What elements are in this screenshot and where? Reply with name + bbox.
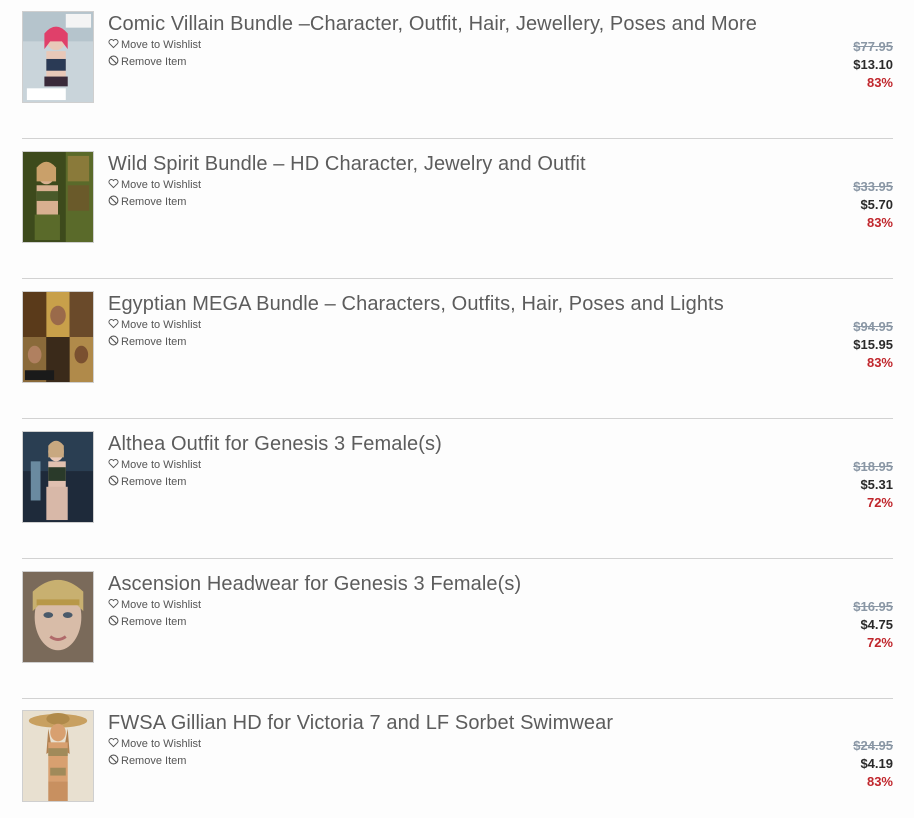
sale-price: $13.10 <box>853 57 893 72</box>
heart-icon <box>108 179 119 189</box>
remove-label: Remove Item <box>121 755 187 767</box>
remove-label: Remove Item <box>121 476 187 488</box>
cart-list: Comic Villain Bundle –Character, Outfit,… <box>0 0 914 818</box>
product-title[interactable]: Wild Spirit Bundle – HD Character, Jewel… <box>108 152 586 176</box>
cart-item: Ascension Headwear for Genesis 3 Female(… <box>22 560 893 699</box>
product-title[interactable]: Ascension Headwear for Genesis 3 Female(… <box>108 572 521 596</box>
heart-icon <box>108 319 119 329</box>
wishlist-label: Move to Wishlist <box>121 39 202 51</box>
price-block: $94.95 $15.95 83% <box>853 318 893 372</box>
wishlist-label: Move to Wishlist <box>121 738 202 750</box>
price-block: $16.95 $4.75 72% <box>853 598 893 652</box>
prohibited-icon <box>108 55 119 66</box>
product-thumbnail[interactable] <box>22 571 94 663</box>
move-to-wishlist-link[interactable]: Move to Wishlist <box>108 38 201 52</box>
product-thumbnail[interactable] <box>22 710 94 802</box>
move-to-wishlist-link[interactable]: Move to Wishlist <box>108 737 201 751</box>
prohibited-icon <box>108 335 119 346</box>
cart-item: FWSA Gillian HD for Victoria 7 and LF So… <box>22 699 893 818</box>
prohibited-icon <box>108 475 119 486</box>
product-thumbnail[interactable] <box>22 431 94 523</box>
remove-item-link[interactable]: Remove Item <box>108 475 186 489</box>
wishlist-label: Move to Wishlist <box>121 319 202 331</box>
prohibited-icon <box>108 754 119 765</box>
original-price: $77.95 <box>853 39 893 54</box>
wishlist-label: Move to Wishlist <box>121 179 202 191</box>
original-price: $24.95 <box>853 738 893 753</box>
discount-percent: 83% <box>866 774 893 789</box>
prohibited-icon <box>108 195 119 206</box>
sale-price: $5.31 <box>860 477 893 492</box>
move-to-wishlist-link[interactable]: Move to Wishlist <box>108 458 201 472</box>
original-price: $33.95 <box>853 179 893 194</box>
remove-label: Remove Item <box>121 336 187 348</box>
price-block: $24.95 $4.19 83% <box>853 737 893 791</box>
heart-icon <box>108 738 119 748</box>
sale-price: $5.70 <box>860 197 893 212</box>
move-to-wishlist-link[interactable]: Move to Wishlist <box>108 178 201 192</box>
wishlist-label: Move to Wishlist <box>121 599 202 611</box>
heart-icon <box>108 459 119 469</box>
discount-percent: 83% <box>866 355 893 370</box>
remove-item-link[interactable]: Remove Item <box>108 615 186 629</box>
wishlist-label: Move to Wishlist <box>121 459 202 471</box>
product-thumbnail[interactable] <box>22 291 94 383</box>
discount-percent: 83% <box>866 75 893 90</box>
discount-percent: 72% <box>866 635 893 650</box>
product-thumbnail[interactable] <box>22 151 94 243</box>
cart-item: Wild Spirit Bundle – HD Character, Jewel… <box>22 140 893 279</box>
discount-percent: 72% <box>866 495 893 510</box>
remove-label: Remove Item <box>121 196 187 208</box>
heart-icon <box>108 599 119 609</box>
remove-item-link[interactable]: Remove Item <box>108 195 186 209</box>
original-price: $94.95 <box>853 319 893 334</box>
original-price: $18.95 <box>853 459 893 474</box>
remove-item-link[interactable]: Remove Item <box>108 335 186 349</box>
price-block: $77.95 $13.10 83% <box>853 38 893 92</box>
cart-item: Althea Outfit for Genesis 3 Female(s) Mo… <box>22 420 893 559</box>
cart-item: Comic Villain Bundle –Character, Outfit,… <box>22 0 893 139</box>
product-thumbnail[interactable] <box>22 11 94 103</box>
price-block: $33.95 $5.70 83% <box>853 178 893 232</box>
product-title[interactable]: Egyptian MEGA Bundle – Characters, Outfi… <box>108 292 724 316</box>
remove-label: Remove Item <box>121 616 187 628</box>
prohibited-icon <box>108 615 119 626</box>
heart-icon <box>108 39 119 49</box>
sale-price: $4.75 <box>860 617 893 632</box>
remove-label: Remove Item <box>121 56 187 68</box>
remove-item-link[interactable]: Remove Item <box>108 55 186 69</box>
original-price: $16.95 <box>853 599 893 614</box>
remove-item-link[interactable]: Remove Item <box>108 754 186 768</box>
product-title[interactable]: FWSA Gillian HD for Victoria 7 and LF So… <box>108 711 613 735</box>
product-title[interactable]: Althea Outfit for Genesis 3 Female(s) <box>108 432 442 456</box>
product-title[interactable]: Comic Villain Bundle –Character, Outfit,… <box>108 12 757 36</box>
move-to-wishlist-link[interactable]: Move to Wishlist <box>108 318 201 332</box>
price-block: $18.95 $5.31 72% <box>853 458 893 512</box>
cart-item: Egyptian MEGA Bundle – Characters, Outfi… <box>22 280 893 419</box>
move-to-wishlist-link[interactable]: Move to Wishlist <box>108 598 201 612</box>
sale-price: $4.19 <box>860 756 893 771</box>
sale-price: $15.95 <box>853 337 893 352</box>
discount-percent: 83% <box>866 215 893 230</box>
